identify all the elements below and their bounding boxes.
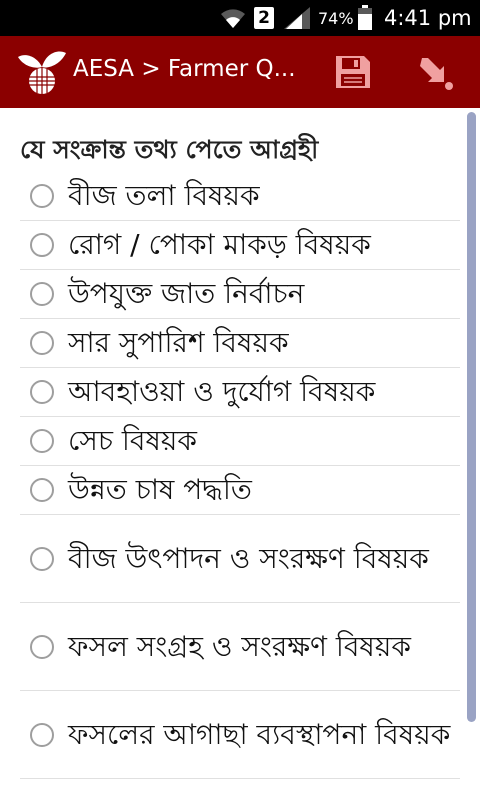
option-label[interactable]: আবহাওয়া ও দুর্যোগ বিষয়ক <box>68 368 375 416</box>
option-label[interactable]: ফসল সংগ্রহ ও সংরক্ষণ বিষয়ক <box>68 623 411 671</box>
option-label[interactable]: সার সুপারিশ বিষয়ক <box>68 319 289 367</box>
status-bar: 2 74% 4:41 pm <box>0 0 480 36</box>
option-row[interactable]: ফসলের আগাছা ব্যবস্থাপনা বিষয়ক <box>20 691 460 779</box>
sim-slot-icon: 2 <box>254 7 274 29</box>
screen-title: AESA > Farmer Q... <box>73 56 296 82</box>
download-arrow-icon[interactable] <box>414 52 458 92</box>
radio-button[interactable] <box>30 331 54 355</box>
options-list: বীজ তলা বিষয়ক রোগ / পোকা মাকড় বিষয়ক উ… <box>20 172 460 779</box>
option-row[interactable]: বীজ তলা বিষয়ক <box>20 172 460 221</box>
radio-button[interactable] <box>30 478 54 502</box>
option-label[interactable]: বীজ তলা বিষয়ক <box>68 172 260 220</box>
option-row[interactable]: রোগ / পোকা মাকড় বিষয়ক <box>20 221 460 270</box>
radio-button[interactable] <box>30 546 54 571</box>
radio-button[interactable] <box>30 233 54 257</box>
battery-icon <box>358 5 372 30</box>
wifi-icon <box>221 9 245 28</box>
option-row[interactable]: ফসল সংগ্রহ ও সংরক্ষণ বিষয়ক <box>20 603 460 691</box>
radio-button[interactable] <box>30 380 54 404</box>
form-content: যে সংক্রান্ত তথ্য পেতে আগ্রহী বীজ তলা বি… <box>0 108 480 800</box>
option-label[interactable]: উপযুক্ত জাত নির্বাচন <box>68 270 304 318</box>
battery-percent: 74% <box>318 9 354 28</box>
option-row[interactable]: বীজ উৎপাদন ও সংরক্ষণ বিষয়ক <box>20 515 460 603</box>
radio-button[interactable] <box>30 282 54 306</box>
clock: 4:41 pm <box>384 6 472 30</box>
action-bar: AESA > Farmer Q... <box>0 36 480 108</box>
radio-button[interactable] <box>30 429 54 453</box>
scrollbar[interactable] <box>467 112 476 722</box>
save-icon[interactable] <box>330 52 374 92</box>
option-label[interactable]: ফসলের আগাছা ব্যবস্থাপনা বিষয়ক <box>68 711 450 759</box>
question-label: যে সংক্রান্ত তথ্য পেতে আগ্রহী <box>20 135 319 164</box>
option-row[interactable]: সেচ বিষয়ক <box>20 417 460 466</box>
radio-button[interactable] <box>30 184 54 208</box>
radio-button[interactable] <box>30 722 54 747</box>
option-row[interactable]: আবহাওয়া ও দুর্যোগ বিষয়ক <box>20 368 460 417</box>
option-label[interactable]: বীজ উৎপাদন ও সংরক্ষণ বিষয়ক <box>68 535 429 583</box>
option-row[interactable]: উন্নত চাষ পদ্ধতি <box>20 466 460 515</box>
option-label[interactable]: উন্নত চাষ পদ্ধতি <box>68 466 252 514</box>
app-logo-icon[interactable] <box>16 45 68 97</box>
option-row[interactable]: সার সুপারিশ বিষয়ক <box>20 319 460 368</box>
option-label[interactable]: সেচ বিষয়ক <box>68 417 197 465</box>
option-row[interactable]: উপযুক্ত জাত নির্বাচন <box>20 270 460 319</box>
signal-icon <box>284 7 310 29</box>
radio-button[interactable] <box>30 634 54 659</box>
option-label[interactable]: রোগ / পোকা মাকড় বিষয়ক <box>68 221 371 269</box>
